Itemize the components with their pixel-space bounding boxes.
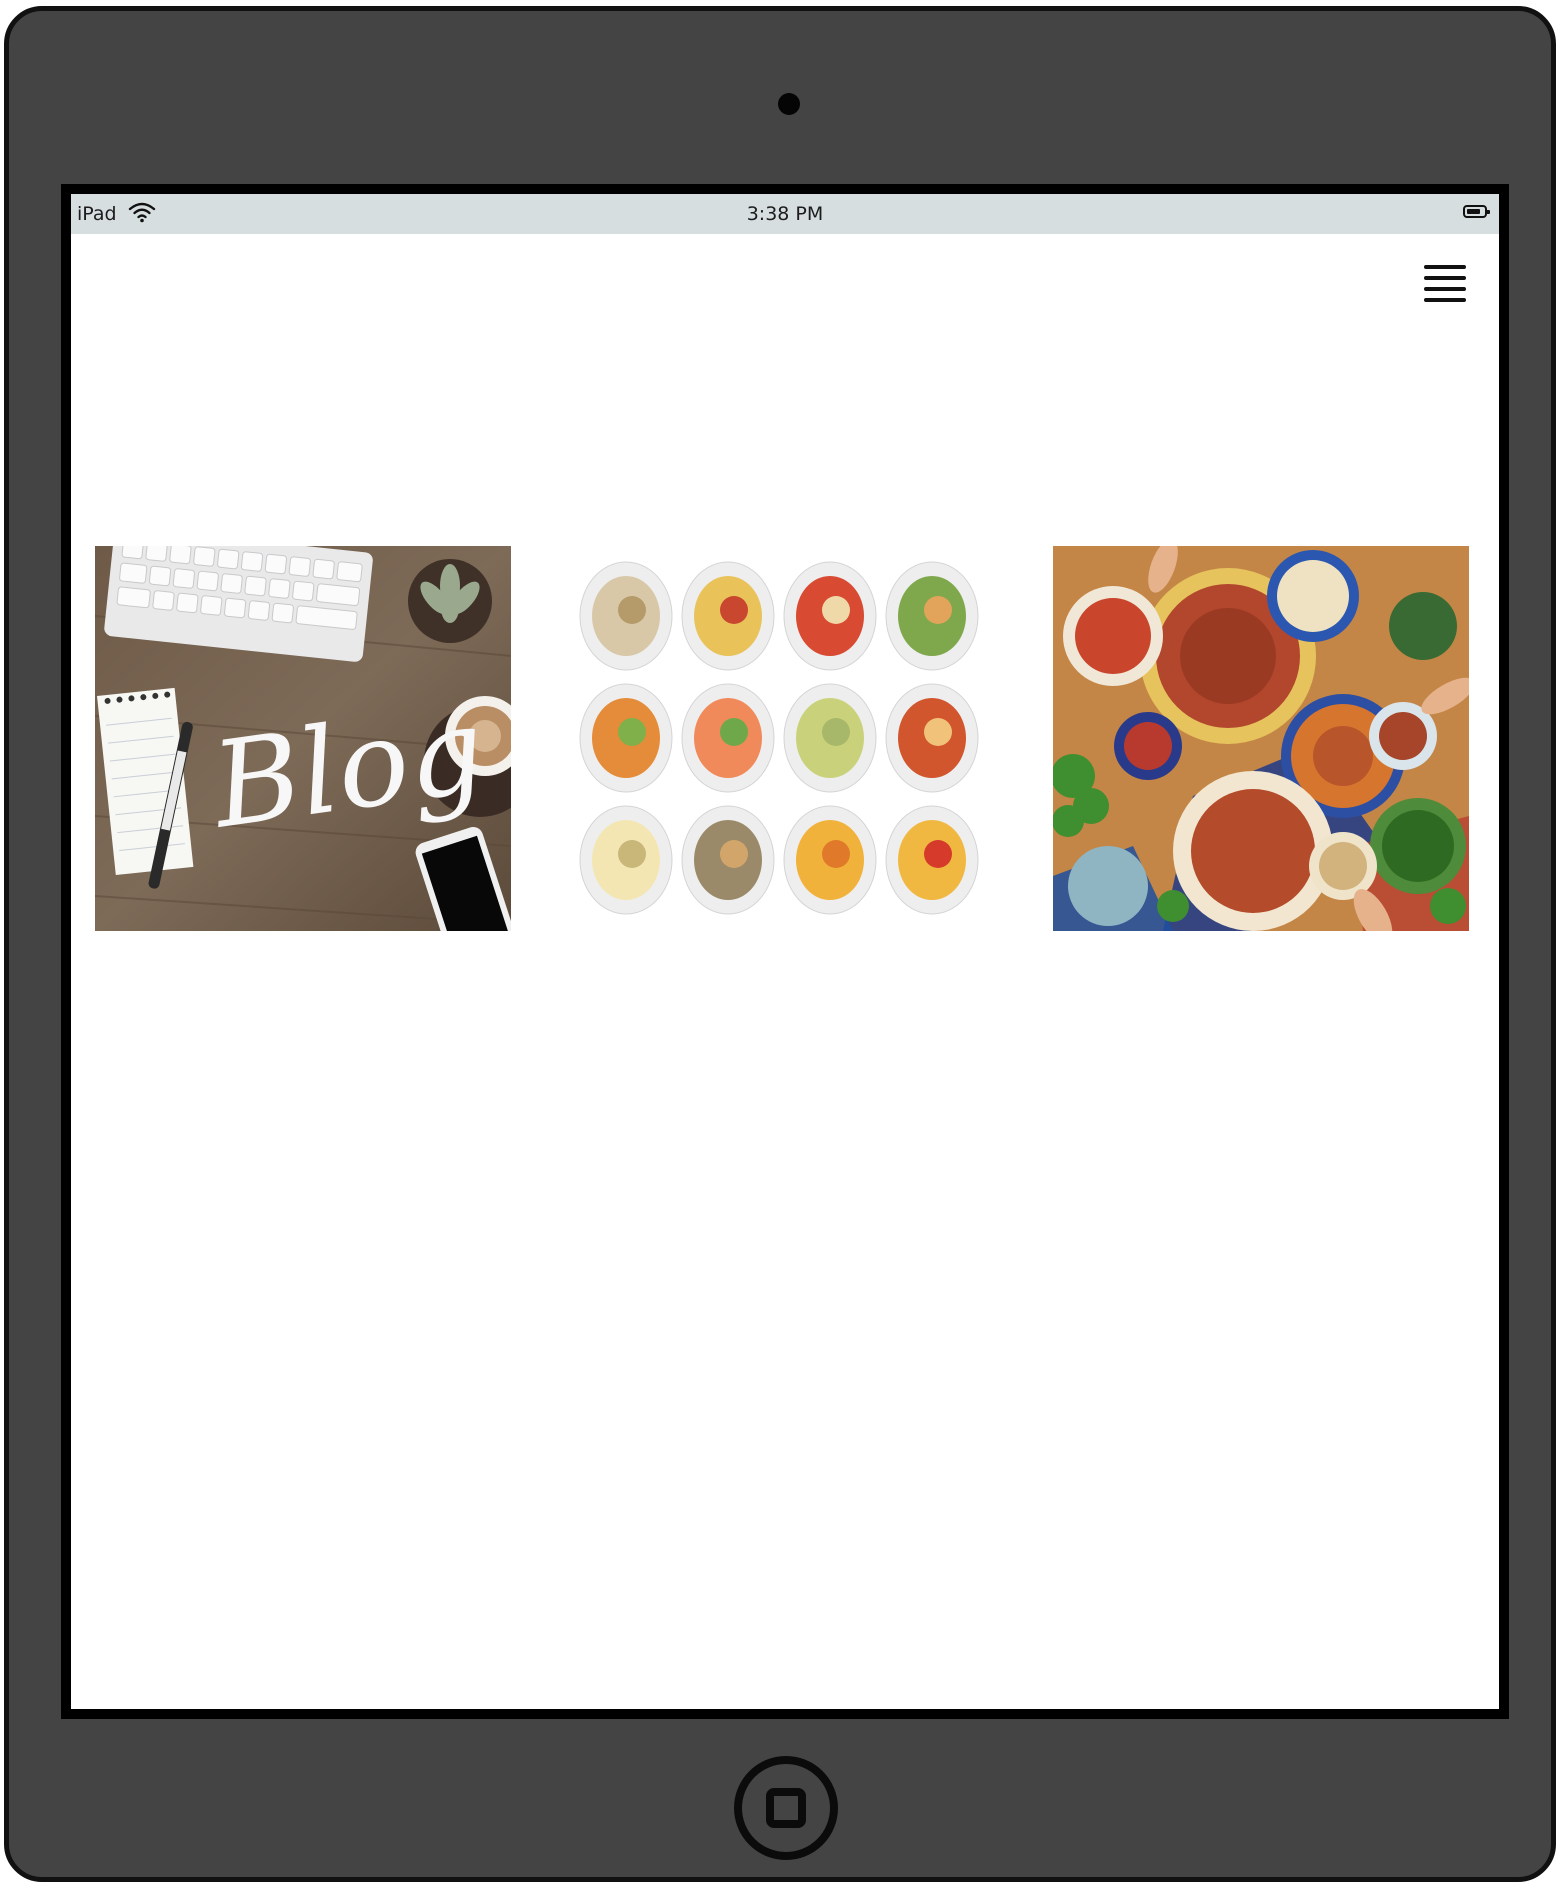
hamburger-menu-icon[interactable] bbox=[1421, 262, 1469, 310]
screen-bezel: iPad 3:38 PM Blog bbox=[61, 184, 1509, 1719]
image-gallery: Blog bbox=[95, 546, 1469, 931]
blog-thumbnail[interactable]: Blog bbox=[95, 546, 511, 931]
feast-table-thumbnail[interactable] bbox=[1053, 546, 1469, 931]
screen-viewport: iPad 3:38 PM Blog bbox=[71, 194, 1499, 1709]
front-camera bbox=[778, 93, 800, 115]
status-time: 3:38 PM bbox=[746, 203, 824, 225]
tablet-device-frame: iPad 3:38 PM Blog bbox=[4, 6, 1556, 1882]
dishes-grid-thumbnail[interactable] bbox=[574, 546, 990, 931]
home-square-icon bbox=[766, 1788, 806, 1828]
battery-icon bbox=[1463, 205, 1490, 218]
home-button[interactable] bbox=[734, 1756, 838, 1860]
status-bar: iPad 3:38 PM bbox=[71, 194, 1499, 234]
